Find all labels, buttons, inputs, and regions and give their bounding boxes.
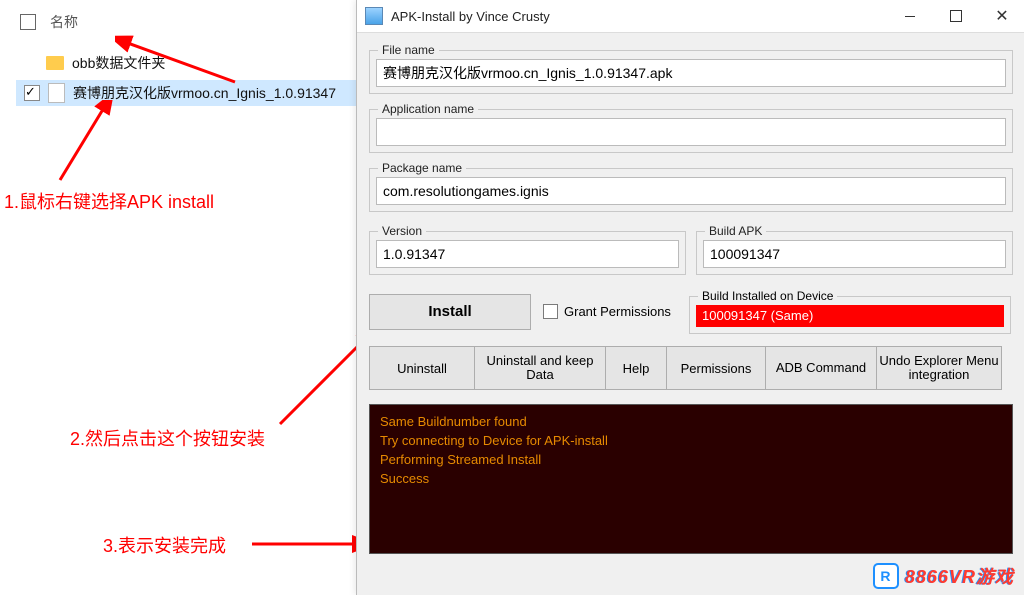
group-file-name: File name 赛博朋克汉化版vrmoo.cn_Ignis_1.0.9134… — [369, 43, 1013, 94]
window-title: APK-Install by Vince Crusty — [391, 9, 887, 24]
install-button[interactable]: Install — [369, 294, 531, 330]
app-name-field[interactable] — [376, 118, 1006, 146]
folder-icon — [46, 56, 64, 70]
label-version: Version — [378, 224, 426, 238]
uninstall-button[interactable]: Uninstall — [369, 346, 474, 390]
group-app-name: Application name — [369, 102, 1013, 153]
group-package-name: Package name com.resolutiongames.ignis — [369, 161, 1013, 212]
annotation-3: 3.表示安装完成 — [103, 532, 226, 558]
row-checkbox[interactable] — [24, 85, 40, 101]
column-header-name[interactable]: 名称 — [50, 12, 78, 32]
arrow-icon — [50, 100, 140, 188]
maximize-button[interactable] — [933, 0, 979, 32]
label-build-installed: Build Installed on Device — [698, 289, 837, 303]
label-app-name: Application name — [378, 102, 478, 116]
label-package-name: Package name — [378, 161, 466, 175]
build-installed-field: 100091347 (Same) — [696, 305, 1004, 327]
permissions-button[interactable]: Permissions — [666, 346, 765, 390]
label-file-name: File name — [378, 43, 439, 57]
group-build-installed: Build Installed on Device 100091347 (Sam… — [689, 289, 1011, 334]
console-line: Same Buildnumber found — [380, 413, 1002, 432]
arrow-icon — [115, 32, 245, 92]
label-build-apk: Build APK — [705, 224, 766, 238]
grant-permissions-option[interactable]: Grant Permissions — [543, 304, 671, 319]
adb-command-button[interactable]: ADB Command — [765, 346, 876, 390]
app-icon — [365, 7, 383, 25]
grant-permissions-label: Grant Permissions — [564, 304, 671, 319]
console-line: Try connecting to Device for APK-install — [380, 432, 1002, 451]
help-button[interactable]: Help — [605, 346, 666, 390]
select-all-checkbox[interactable] — [20, 14, 36, 30]
group-version: Version 1.0.91347 — [369, 224, 686, 275]
undo-explorer-integration-button[interactable]: Undo Explorer Menu integration — [876, 346, 1002, 390]
close-button[interactable]: ✕ — [979, 0, 1024, 32]
console-line: Performing Streamed Install — [380, 451, 1002, 470]
console-log[interactable]: Same Buildnumber found Try connecting to… — [369, 404, 1013, 554]
build-apk-field[interactable]: 100091347 — [703, 240, 1006, 268]
minimize-button[interactable] — [887, 0, 933, 32]
file-name-field[interactable]: 赛博朋克汉化版vrmoo.cn_Ignis_1.0.91347.apk — [376, 59, 1006, 87]
watermark-text: 8866VR游戏 — [905, 563, 1014, 589]
console-line: Success — [380, 470, 1002, 489]
watermark: R 8866VR游戏 — [873, 563, 1014, 589]
checkbox-icon[interactable] — [543, 304, 558, 319]
watermark-icon: R — [873, 563, 899, 589]
apk-install-window: APK-Install by Vince Crusty ✕ File name … — [356, 0, 1024, 595]
version-field[interactable]: 1.0.91347 — [376, 240, 679, 268]
group-build-apk: Build APK 100091347 — [696, 224, 1013, 275]
annotation-1: 1.鼠标右键选择APK install — [4, 188, 214, 214]
annotation-2: 2.然后点击这个按钮安装 — [70, 425, 265, 451]
uninstall-keep-data-button[interactable]: Uninstall and keep Data — [474, 346, 605, 390]
titlebar[interactable]: APK-Install by Vince Crusty ✕ — [357, 0, 1024, 33]
package-name-field[interactable]: com.resolutiongames.ignis — [376, 177, 1006, 205]
arrow-icon — [248, 528, 368, 558]
